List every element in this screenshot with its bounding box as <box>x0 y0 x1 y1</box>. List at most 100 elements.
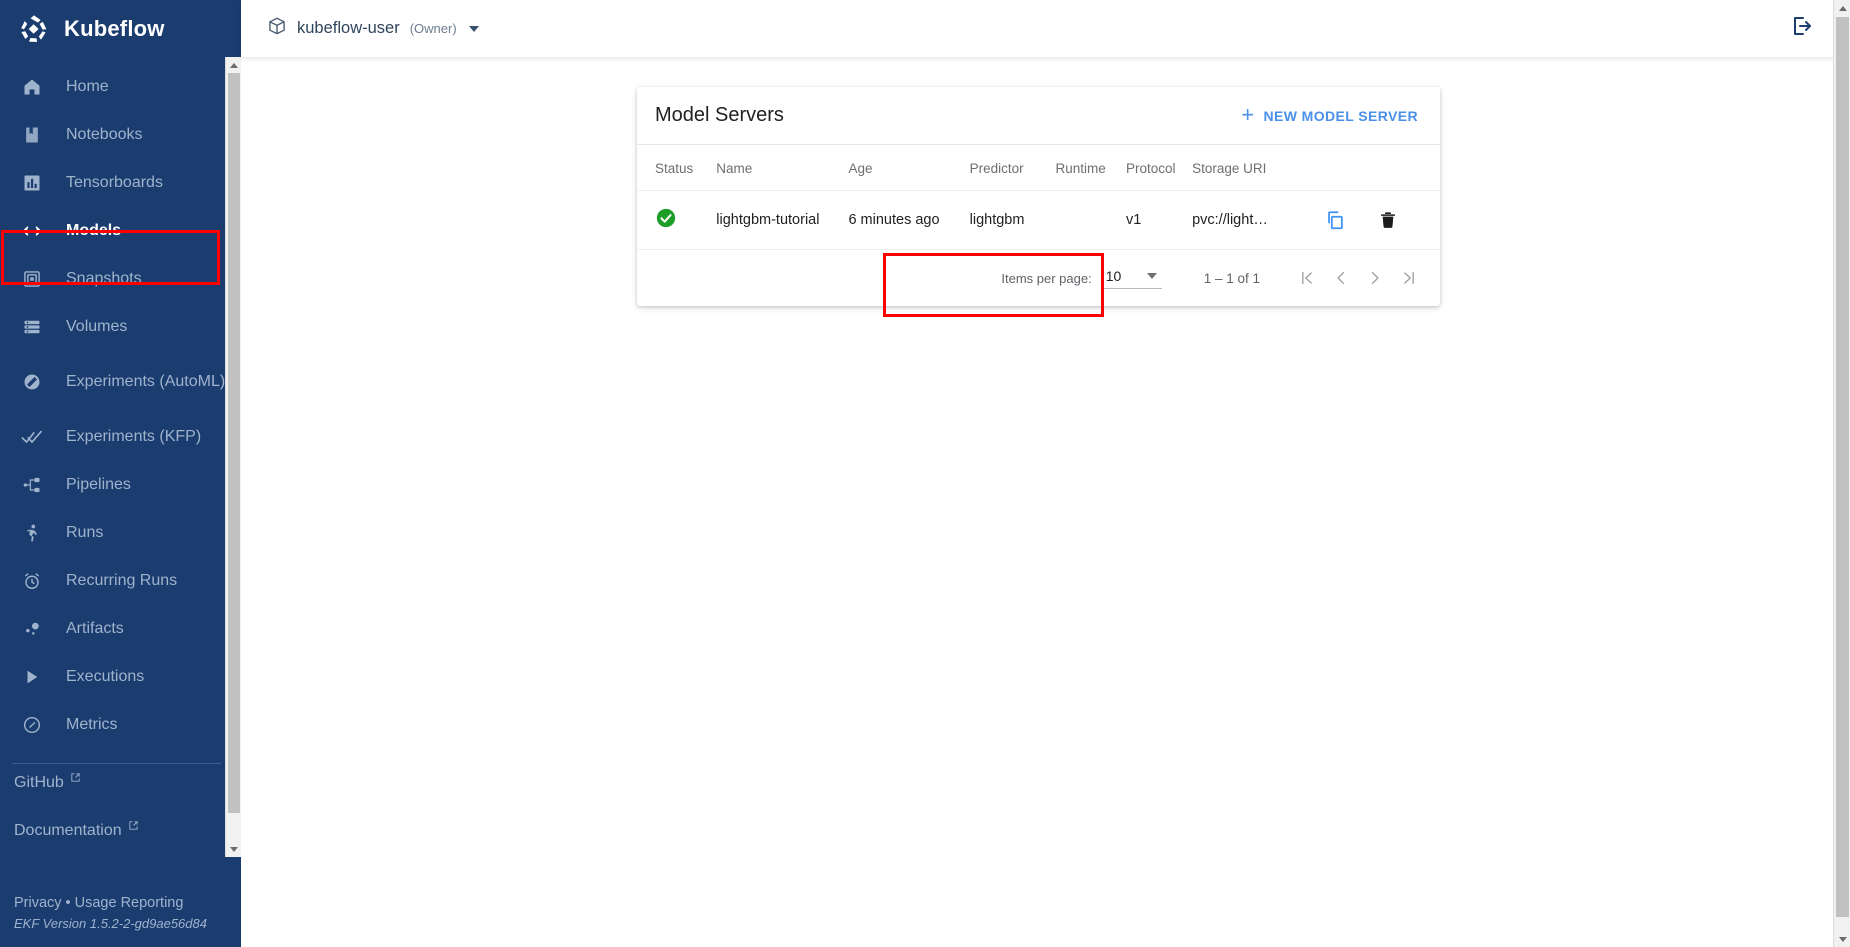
sidebar-scrollbar[interactable] <box>225 57 241 857</box>
column-header-runtime: Runtime <box>1055 145 1127 191</box>
sidebar-item-executions[interactable]: Executions <box>0 653 241 701</box>
brand-name: Kubeflow <box>64 15 165 41</box>
main-area: kubeflow-user (Owner) Model Servers + NE… <box>241 0 1850 947</box>
sidebar-item-tensorboards[interactable]: Tensorboards <box>0 159 241 207</box>
sidebar-item-label: Metrics <box>66 715 118 733</box>
sidebar-item-label: Recurring Runs <box>66 571 178 589</box>
sidebar-item-label: Experiments (AutoML) <box>66 372 226 390</box>
prev-page-button[interactable] <box>1324 261 1358 295</box>
items-per-page-select[interactable]: 10 <box>1103 267 1162 289</box>
version-label: EKF Version 1.5.2-2-gd9ae56d84 <box>14 916 207 931</box>
play-triangle-icon <box>20 665 44 689</box>
sidebar-nav-scroll: Home Notebooks Tensorboards Models Snaps… <box>0 57 241 857</box>
sidebar-item-metrics[interactable]: Metrics <box>0 701 241 749</box>
trash-icon[interactable] <box>1378 209 1398 231</box>
page-range-label: 1 – 1 of 1 <box>1203 270 1260 286</box>
model-servers-table: Status Name Age Predictor Runtime Protoc… <box>637 145 1440 250</box>
sidebar-divider <box>12 763 221 764</box>
katib-icon <box>20 370 44 394</box>
app-root: Kubeflow Home Notebooks Tensorboards Mod… <box>0 0 1850 947</box>
check-circle-green-icon <box>655 208 677 233</box>
namespace-name: kubeflow-user <box>297 19 400 37</box>
card-header: Model Servers + NEW MODEL SERVER <box>637 87 1440 145</box>
namespace-selector[interactable]: kubeflow-user (Owner) <box>267 16 479 41</box>
snapshot-icon <box>20 267 44 291</box>
next-page-button[interactable] <box>1358 261 1392 295</box>
sidebar-item-recurring-runs[interactable]: Recurring Runs <box>0 557 241 605</box>
sidebar: Kubeflow Home Notebooks Tensorboards Mod… <box>0 0 241 947</box>
sidebar-item-label: Runs <box>66 523 104 541</box>
external-link-icon <box>70 772 81 786</box>
table-body: lightgbm-tutorial 6 minutes ago lightgbm… <box>637 190 1440 250</box>
external-link-icon <box>128 820 139 834</box>
usage-reporting-link[interactable]: Usage Reporting <box>75 895 184 911</box>
table-header-row: Status Name Age Predictor Runtime Protoc… <box>637 145 1440 191</box>
brand-header[interactable]: Kubeflow <box>0 0 241 57</box>
cell-runtime <box>1055 190 1127 250</box>
new-model-server-button[interactable]: + NEW MODEL SERVER <box>1241 101 1418 127</box>
sidebar-link-github[interactable]: GitHub <box>0 772 241 822</box>
sidebar-nav: Home Notebooks Tensorboards Models Snaps… <box>0 57 241 857</box>
cell-age: 6 minutes ago <box>848 190 970 250</box>
footer-separator: • <box>65 895 71 911</box>
sidebar-link-label: GitHub <box>14 774 64 791</box>
sidebar-scroll-thumb[interactable] <box>228 73 240 813</box>
sidebar-item-home[interactable]: Home <box>0 63 241 111</box>
cell-name: lightgbm-tutorial <box>716 190 849 250</box>
plus-icon: + <box>1241 101 1255 127</box>
column-header-actions <box>1324 145 1440 191</box>
model-servers-card: Model Servers + NEW MODEL SERVER Status … <box>637 87 1440 306</box>
logout-icon <box>1790 14 1814 43</box>
page-title: Model Servers <box>655 104 784 126</box>
cell-storage-uri: pvc://light… <box>1192 190 1325 250</box>
artifact-icon <box>20 617 44 641</box>
page-scroll-thumb[interactable] <box>1836 17 1849 917</box>
top-bar: kubeflow-user (Owner) <box>241 0 1850 57</box>
privacy-link[interactable]: Privacy <box>14 895 62 911</box>
kubeflow-logo-icon <box>18 13 50 45</box>
last-page-button[interactable] <box>1392 261 1426 295</box>
sidebar-item-pipelines[interactable]: Pipelines <box>0 461 241 509</box>
first-page-button[interactable] <box>1290 261 1324 295</box>
storage-icon <box>20 315 44 339</box>
cell-actions <box>1324 190 1440 250</box>
chevron-down-icon <box>1147 272 1158 279</box>
page-scroll-down-button[interactable] <box>1834 931 1850 947</box>
sidebar-item-label: Tensorboards <box>66 173 163 191</box>
column-header-protocol: Protocol <box>1126 145 1193 191</box>
column-header-predictor: Predictor <box>969 145 1056 191</box>
sidebar-item-label: Volumes <box>66 317 128 335</box>
sidebar-item-runs[interactable]: Runs <box>0 509 241 557</box>
page-scroll-up-button[interactable] <box>1834 0 1850 16</box>
sidebar-item-snapshots[interactable]: Snapshots <box>0 255 241 303</box>
logout-button[interactable] <box>1790 14 1826 43</box>
sidebar-item-label: Artifacts <box>66 619 124 637</box>
copy-icon[interactable] <box>1324 209 1346 231</box>
alarm-clock-icon <box>20 569 44 593</box>
sidebar-item-notebooks[interactable]: Notebooks <box>0 111 241 159</box>
sidebar-item-label: Models <box>66 221 122 239</box>
sidebar-item-experiments-kfp[interactable]: Experiments (KFP) <box>0 413 241 461</box>
sidebar-link-label: Documentation <box>14 822 122 839</box>
sidebar-link-documentation[interactable]: Documentation <box>0 820 241 857</box>
notebook-icon <box>20 123 44 147</box>
column-header-storage-uri: Storage URI <box>1192 145 1325 191</box>
sidebar-item-models[interactable]: Models <box>0 207 241 255</box>
sidebar-item-volumes[interactable]: Volumes <box>0 303 241 351</box>
table-row[interactable]: lightgbm-tutorial 6 minutes ago lightgbm… <box>637 190 1440 250</box>
sidebar-scroll-up-button[interactable] <box>226 57 241 73</box>
page-scrollbar[interactable] <box>1833 0 1850 947</box>
content-area: Model Servers + NEW MODEL SERVER Status … <box>241 57 1850 947</box>
speedometer-icon <box>20 713 44 737</box>
sidebar-item-experiments-automl[interactable]: Experiments (AutoML) <box>0 351 241 413</box>
sidebar-item-artifacts[interactable]: Artifacts <box>0 605 241 653</box>
home-icon <box>20 75 44 99</box>
cell-protocol: v1 <box>1126 190 1193 250</box>
sidebar-scroll-down-button[interactable] <box>226 841 241 857</box>
items-per-page-value: 10 <box>1105 267 1122 284</box>
column-header-status: Status <box>637 145 717 191</box>
cell-predictor: lightgbm <box>969 190 1056 250</box>
chevron-down-icon[interactable] <box>468 25 479 32</box>
sidebar-item-label: Home <box>66 77 109 95</box>
double-check-icon <box>20 425 44 449</box>
